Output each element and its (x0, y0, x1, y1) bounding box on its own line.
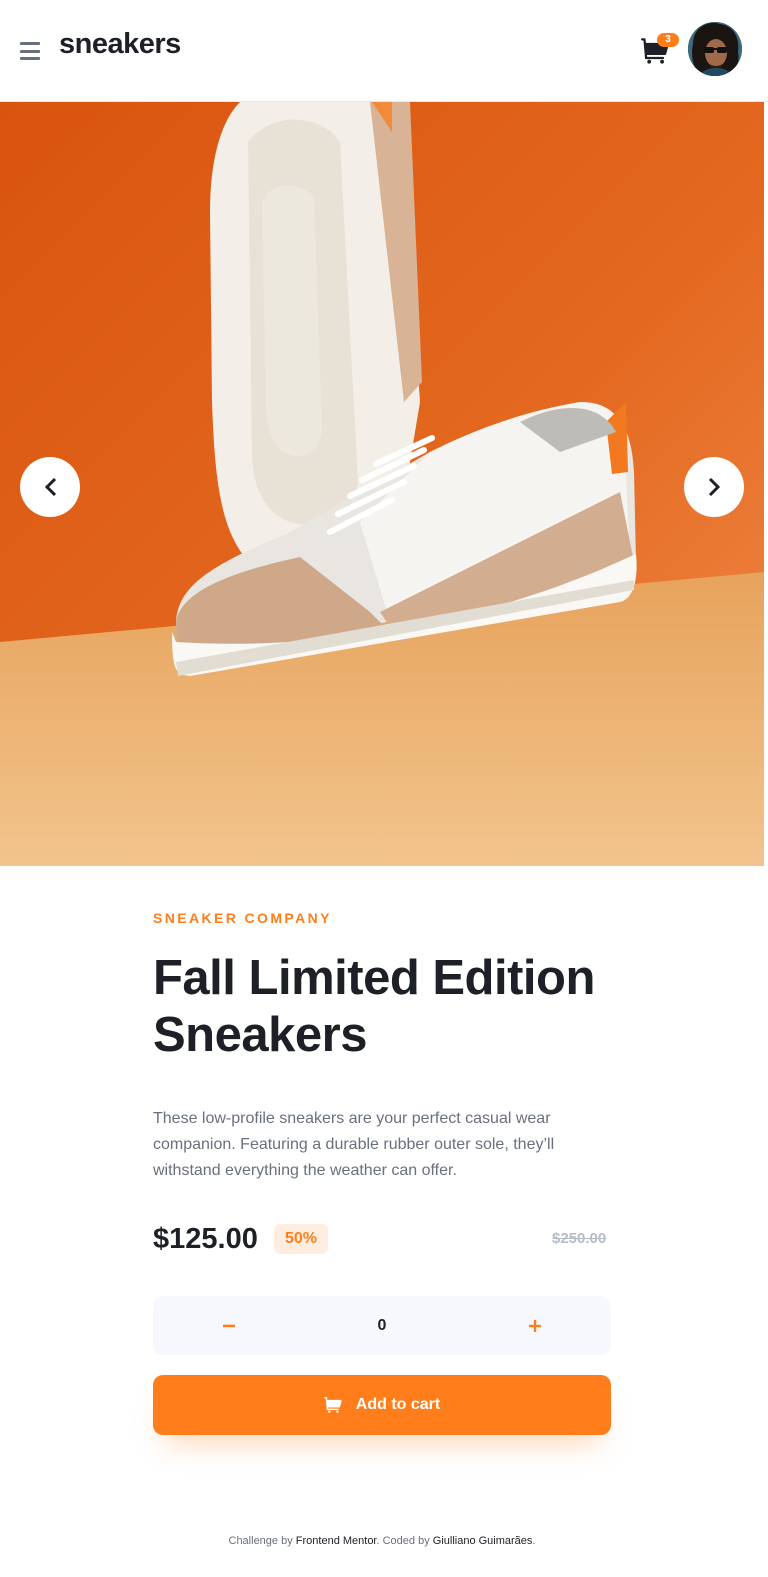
add-to-cart-label: Add to cart (355, 1396, 441, 1413)
attribution-prefix: Challenge by (228, 1535, 296, 1547)
company-name: SNEAKER COMPANY (153, 910, 332, 926)
avatar[interactable] (688, 22, 742, 76)
minus-icon (223, 1324, 235, 1327)
product-description: These low-profile sneakers are your perf… (153, 1110, 555, 1179)
menu-line (20, 57, 40, 60)
cart-icon (323, 1397, 342, 1413)
site-header: sneakers 3 (0, 0, 768, 102)
sneaker-photo (0, 102, 764, 866)
author-link[interactable]: Giulliano Guimarães (433, 1535, 533, 1547)
cart-count-badge: 3 (657, 33, 679, 47)
product-image (0, 102, 764, 866)
attribution-suffix: . (532, 1535, 536, 1547)
attribution-middle: . Coded by (376, 1535, 433, 1547)
quantity-input[interactable] (353, 1296, 411, 1355)
discount-badge: 50% (274, 1224, 328, 1254)
chevron-left-icon (44, 478, 56, 496)
menu-icon[interactable] (20, 42, 40, 60)
add-to-cart-button[interactable]: Add to cart (153, 1375, 611, 1435)
product-title: Fall Limited Edition Sneakers (153, 951, 595, 1062)
menu-line (20, 49, 40, 53)
frontend-mentor-link[interactable]: Frontend Mentor (296, 1535, 377, 1547)
menu-line (20, 42, 40, 45)
next-image-button[interactable] (684, 457, 744, 517)
original-price: $250.00 (552, 1230, 607, 1247)
previous-image-button[interactable] (20, 457, 80, 517)
quantity-stepper (153, 1296, 611, 1355)
current-price: $125.00 (153, 1223, 258, 1255)
increase-quantity-button[interactable] (505, 1296, 565, 1355)
attribution: Challenge by Frontend Mentor. Coded by G… (0, 1535, 764, 1547)
logo[interactable]: sneakers (59, 28, 181, 61)
chevron-right-icon (708, 478, 720, 496)
decrease-quantity-button[interactable] (199, 1296, 259, 1355)
plus-icon (529, 1319, 541, 1332)
